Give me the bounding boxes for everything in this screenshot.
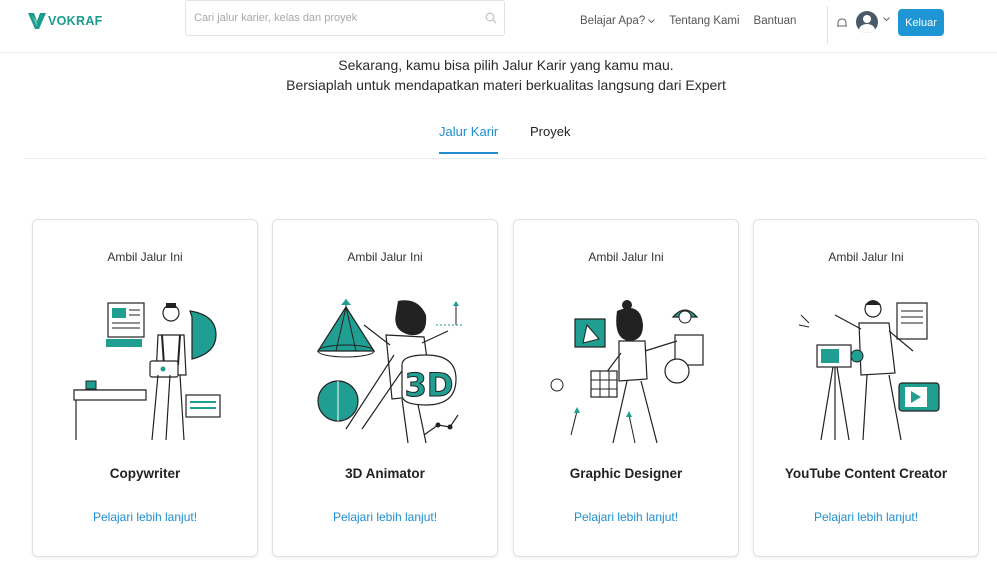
nav-belajar-apa[interactable]: Belajar Apa? — [580, 15, 656, 27]
chevron-down-icon[interactable] — [883, 17, 890, 22]
tab-jalur-karir[interactable]: Jalur Karir — [439, 124, 499, 154]
card-learn-more-link[interactable]: Pelajari lebih lanjut! — [33, 510, 257, 524]
tab-bar: Jalur Karir Proyek — [24, 118, 986, 159]
search-input[interactable] — [192, 11, 476, 25]
career-card-copywriter[interactable]: Ambil Jalur Ini Copywriter Pelajari lebi… — [32, 219, 258, 557]
logo-text: VOKRAF — [48, 14, 103, 28]
nav-tentang-kami-label: Tentang Kami — [669, 15, 740, 27]
card-top-label: Ambil Jalur Ini — [828, 250, 904, 264]
card-learn-more-link[interactable]: Pelajari lebih lanjut! — [754, 510, 978, 524]
youtube-creator-illustration — [798, 300, 940, 441]
intro-text: Sekarang, kamu bisa pilih Jalur Karir ya… — [0, 55, 997, 95]
copywriter-illustration — [73, 302, 221, 441]
card-title: Graphic Designer — [569, 466, 683, 481]
chevron-down-icon — [648, 18, 656, 23]
nav-links: Belajar Apa? Tentang Kami Bantuan — [580, 15, 796, 27]
nav-belajar-apa-label: Belajar Apa? — [580, 15, 646, 27]
svg-text:3D: 3D — [405, 366, 454, 404]
vokraf-logo[interactable]: VOKRAF — [28, 13, 103, 29]
card-title: 3D Animator — [345, 466, 425, 481]
tab-proyek[interactable]: Proyek — [530, 124, 570, 139]
avatar-icon[interactable] — [856, 11, 878, 33]
card-learn-more-link[interactable]: Pelajari lebih lanjut! — [273, 510, 497, 524]
intro-line-2: Bersiaplah untuk mendapatkan materi berk… — [286, 77, 726, 93]
graphic-designer-illustration — [550, 300, 704, 444]
nav-bantuan-label: Bantuan — [753, 15, 797, 27]
career-card-youtube-content-creator[interactable]: Ambil Jalur Ini YouTube Content Creator … — [753, 219, 979, 557]
card-title: YouTube Content Creator — [784, 466, 948, 481]
top-navbar: VOKRAF Belajar Apa? Tentang Kami Bantuan… — [0, 0, 997, 53]
card-title: Copywriter — [109, 466, 181, 481]
intro-line-1: Sekarang, kamu bisa pilih Jalur Karir ya… — [338, 57, 674, 73]
card-learn-more-link[interactable]: Pelajari lebih lanjut! — [514, 510, 738, 524]
career-card-graphic-designer[interactable]: Ambil Jalur Ini Graphic Designer Pelajar… — [513, 219, 739, 557]
nav-tentang-kami[interactable]: Tentang Kami — [669, 15, 739, 27]
bell-icon[interactable] — [836, 17, 848, 29]
card-top-label: Ambil Jalur Ini — [107, 250, 183, 264]
card-top-label: Ambil Jalur Ini — [588, 250, 664, 264]
3d-animator-illustration: 3D — [316, 299, 464, 444]
vokraf-logo-icon — [28, 13, 46, 29]
nav-divider — [827, 6, 828, 44]
nav-bantuan[interactable]: Bantuan — [754, 15, 797, 27]
career-card-3d-animator[interactable]: Ambil Jalur Ini 3D 3D Animator Pelajari … — [272, 219, 498, 557]
card-top-label: Ambil Jalur Ini — [347, 250, 423, 264]
search-box[interactable] — [185, 0, 505, 36]
logout-button[interactable]: Keluar — [898, 9, 944, 36]
search-icon[interactable] — [485, 12, 497, 24]
